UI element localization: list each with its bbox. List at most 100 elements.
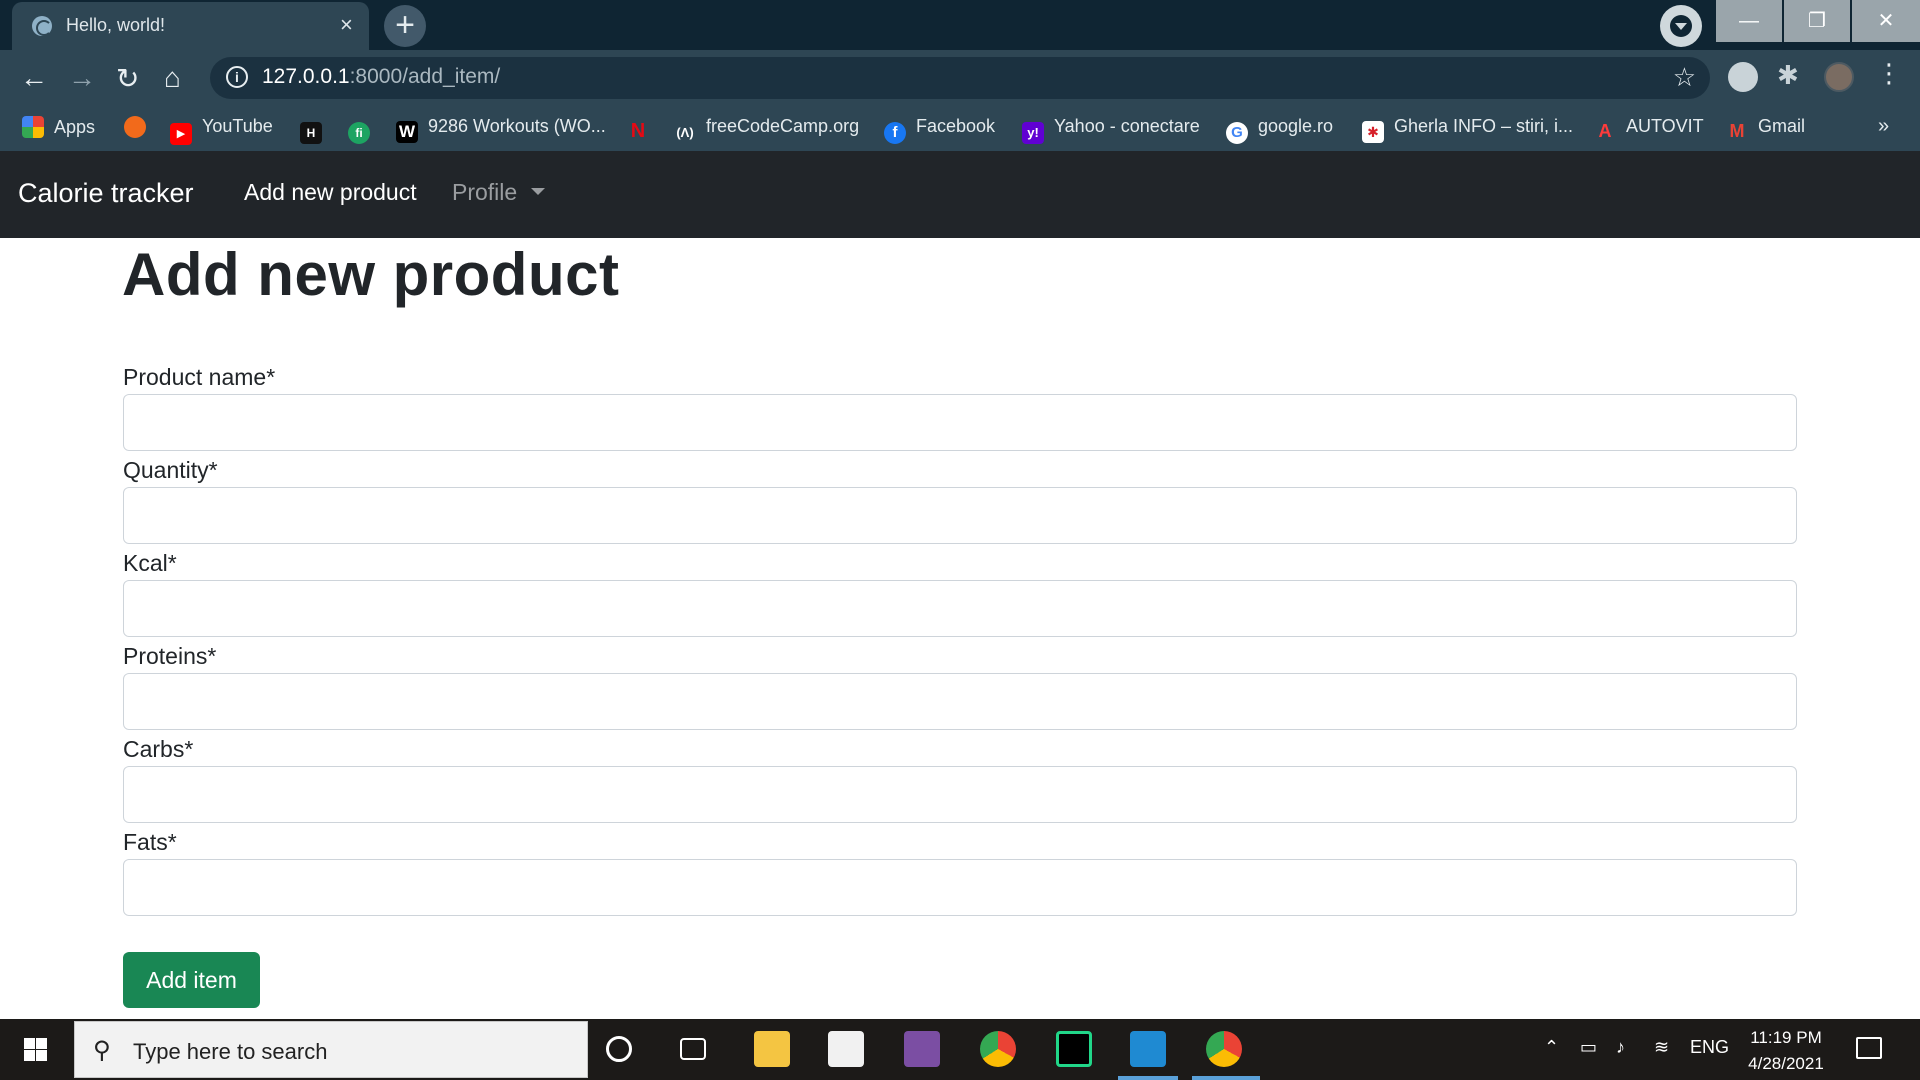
bookmark-label: Gmail: [1758, 116, 1806, 136]
bookmark-label: Facebook: [916, 116, 996, 136]
restore-button[interactable]: ❐: [1784, 0, 1850, 42]
chrome-active-icon[interactable]: [1206, 1031, 1242, 1067]
chrome-icon[interactable]: [980, 1031, 1016, 1067]
home-icon[interactable]: ⌂: [164, 62, 181, 94]
hackerrank-icon: H: [300, 122, 322, 144]
quantity-label: Quantity*: [123, 457, 218, 483]
navbar-brand[interactable]: Calorie tracker: [18, 178, 194, 209]
close-window-button[interactable]: ✕: [1852, 0, 1920, 42]
page-title: Add new product: [122, 241, 620, 308]
new-tab-button[interactable]: +: [384, 5, 426, 47]
profile-avatar[interactable]: [1824, 62, 1854, 92]
carbs-input[interactable]: [123, 766, 1797, 823]
quantity-input[interactable]: [123, 487, 1797, 544]
bookmark-workouts[interactable]: W 9286 Workouts (WO...: [396, 116, 606, 143]
url-text[interactable]: 127.0.0.1:8000/add_item/: [262, 65, 500, 89]
windows-taskbar: ⚲ Type here to search ⌃ ▭ ♪ ≋ ENG 11:19 …: [0, 1019, 1920, 1080]
bookmark-star-icon[interactable]: ☆: [1673, 62, 1696, 93]
bookmark-label: 9286 Workouts (WO...: [428, 116, 606, 136]
bookmark-yahoo[interactable]: y! Yahoo - conectare: [1022, 116, 1200, 144]
pycharm-icon[interactable]: [1056, 1031, 1092, 1067]
bookmarks-bar: Apps ▶ YouTube H fi W 9286 Workouts (WO...…: [0, 105, 1920, 151]
taskbar-clock[interactable]: 11:19 PM 4/28/2021: [1740, 1025, 1832, 1077]
vscode-active-indicator: [1118, 1076, 1178, 1080]
bookmark-label: YouTube: [202, 116, 273, 136]
nav-profile-dropdown[interactable]: Profile: [452, 179, 546, 206]
vscode-icon[interactable]: [1130, 1031, 1166, 1067]
cortana-icon[interactable]: [606, 1036, 632, 1062]
bookmark-orange[interactable]: [124, 116, 156, 138]
forward-icon[interactable]: →: [68, 62, 96, 94]
bookmark-hackerrank[interactable]: H: [300, 116, 332, 144]
bookmarks-overflow-icon[interactable]: »: [1878, 115, 1889, 138]
yahoo-icon: y!: [1022, 122, 1044, 144]
task-view-icon[interactable]: [680, 1038, 706, 1060]
gmail-icon: M: [1729, 121, 1745, 141]
search-placeholder: Type here to search: [133, 1039, 328, 1064]
clock-date: 4/28/2021: [1748, 1054, 1824, 1073]
caret-down-icon: [531, 188, 546, 195]
bookmark-autovit[interactable]: A AUTOVIT: [1594, 116, 1704, 142]
windows-start-icon[interactable]: [12, 1035, 58, 1065]
battery-icon[interactable]: ▭: [1580, 1037, 1597, 1058]
tray-chevron-icon[interactable]: ⌃: [1544, 1037, 1559, 1058]
browser-titlebar: Hello, world! × + — ❐ ✕: [0, 0, 1920, 50]
kcal-input[interactable]: [123, 580, 1797, 637]
fats-label: Fats*: [123, 829, 177, 855]
proteins-label: Proteins*: [123, 643, 217, 669]
extension-monkey-icon[interactable]: [1728, 62, 1758, 92]
youtube-icon: ▶: [170, 123, 192, 145]
bookmark-label: Yahoo - conectare: [1054, 116, 1200, 136]
clock-time: 11:19 PM: [1750, 1028, 1822, 1047]
browser-tab[interactable]: Hello, world! ×: [12, 2, 369, 50]
store-icon[interactable]: [828, 1031, 864, 1067]
bookmark-gherla[interactable]: ✱ Gherla INFO – stiri, i...: [1362, 116, 1573, 143]
facebook-icon: f: [884, 122, 906, 144]
bookmark-freecodecamp[interactable]: (Λ) freeCodeCamp.org: [674, 116, 859, 144]
site-info-icon[interactable]: i: [226, 66, 248, 88]
url-path: :8000/add_item/: [349, 65, 501, 88]
bookmark-label: AUTOVIT: [1626, 116, 1704, 136]
nav-link-add-product[interactable]: Add new product: [244, 179, 417, 206]
address-bar[interactable]: i 127.0.0.1:8000/add_item/ ☆: [210, 57, 1710, 99]
language-indicator[interactable]: ENG: [1690, 1037, 1729, 1058]
w-icon: W: [396, 121, 418, 143]
back-icon[interactable]: ←: [20, 62, 48, 94]
autovit-icon: A: [1598, 121, 1612, 141]
bookmark-fi[interactable]: fi: [348, 116, 380, 144]
tab-close-icon[interactable]: ×: [340, 12, 353, 38]
bookmark-google[interactable]: Ggoogle.ro: [1226, 116, 1333, 144]
freecodecamp-icon: (Λ): [676, 125, 694, 140]
bookmark-facebook[interactable]: f Facebook: [884, 116, 995, 144]
file-explorer-icon[interactable]: [754, 1031, 790, 1067]
bookmark-youtube[interactable]: ▶ YouTube: [170, 116, 273, 145]
minimize-button[interactable]: —: [1716, 0, 1782, 42]
volume-icon[interactable]: ♪: [1616, 1037, 1625, 1058]
screenshot-tool-icon[interactable]: [904, 1031, 940, 1067]
search-icon: ⚲: [93, 1037, 111, 1064]
browser-menu-icon[interactable]: ⋮: [1876, 58, 1906, 88]
bookmark-apps[interactable]: Apps: [22, 116, 95, 138]
tab-title: Hello, world!: [66, 15, 166, 35]
app-navbar: Calorie tracker Add new product Profile: [0, 151, 1920, 238]
reload-icon[interactable]: ↻: [116, 62, 139, 95]
add-item-button[interactable]: Add item: [123, 952, 260, 1008]
extensions-puzzle-icon[interactable]: ✱: [1777, 60, 1807, 90]
fi-icon: fi: [348, 122, 370, 144]
bookmark-label: Apps: [54, 117, 96, 137]
taskbar-search-input[interactable]: ⚲ Type here to search: [74, 1021, 588, 1078]
product-name-input[interactable]: [123, 394, 1797, 451]
tab-search-icon[interactable]: [1660, 5, 1702, 47]
bookmark-netflix[interactable]: N: [627, 116, 659, 142]
gherla-icon: ✱: [1362, 121, 1384, 143]
proteins-input[interactable]: [123, 673, 1797, 730]
browser-toolbar: ← → ↻ ⌂ i 127.0.0.1:8000/add_item/ ☆ ✱ ⋮: [0, 50, 1920, 105]
wifi-icon[interactable]: ≋: [1654, 1037, 1669, 1058]
nav-profile-label: Profile: [452, 179, 518, 205]
orange-c-icon: [124, 116, 146, 138]
fats-input[interactable]: [123, 859, 1797, 916]
bookmark-label: Gherla INFO – stiri, i...: [1394, 116, 1574, 136]
bookmark-label: google.ro: [1258, 116, 1334, 136]
notifications-icon[interactable]: [1856, 1037, 1882, 1059]
bookmark-gmail[interactable]: M Gmail: [1726, 116, 1806, 142]
